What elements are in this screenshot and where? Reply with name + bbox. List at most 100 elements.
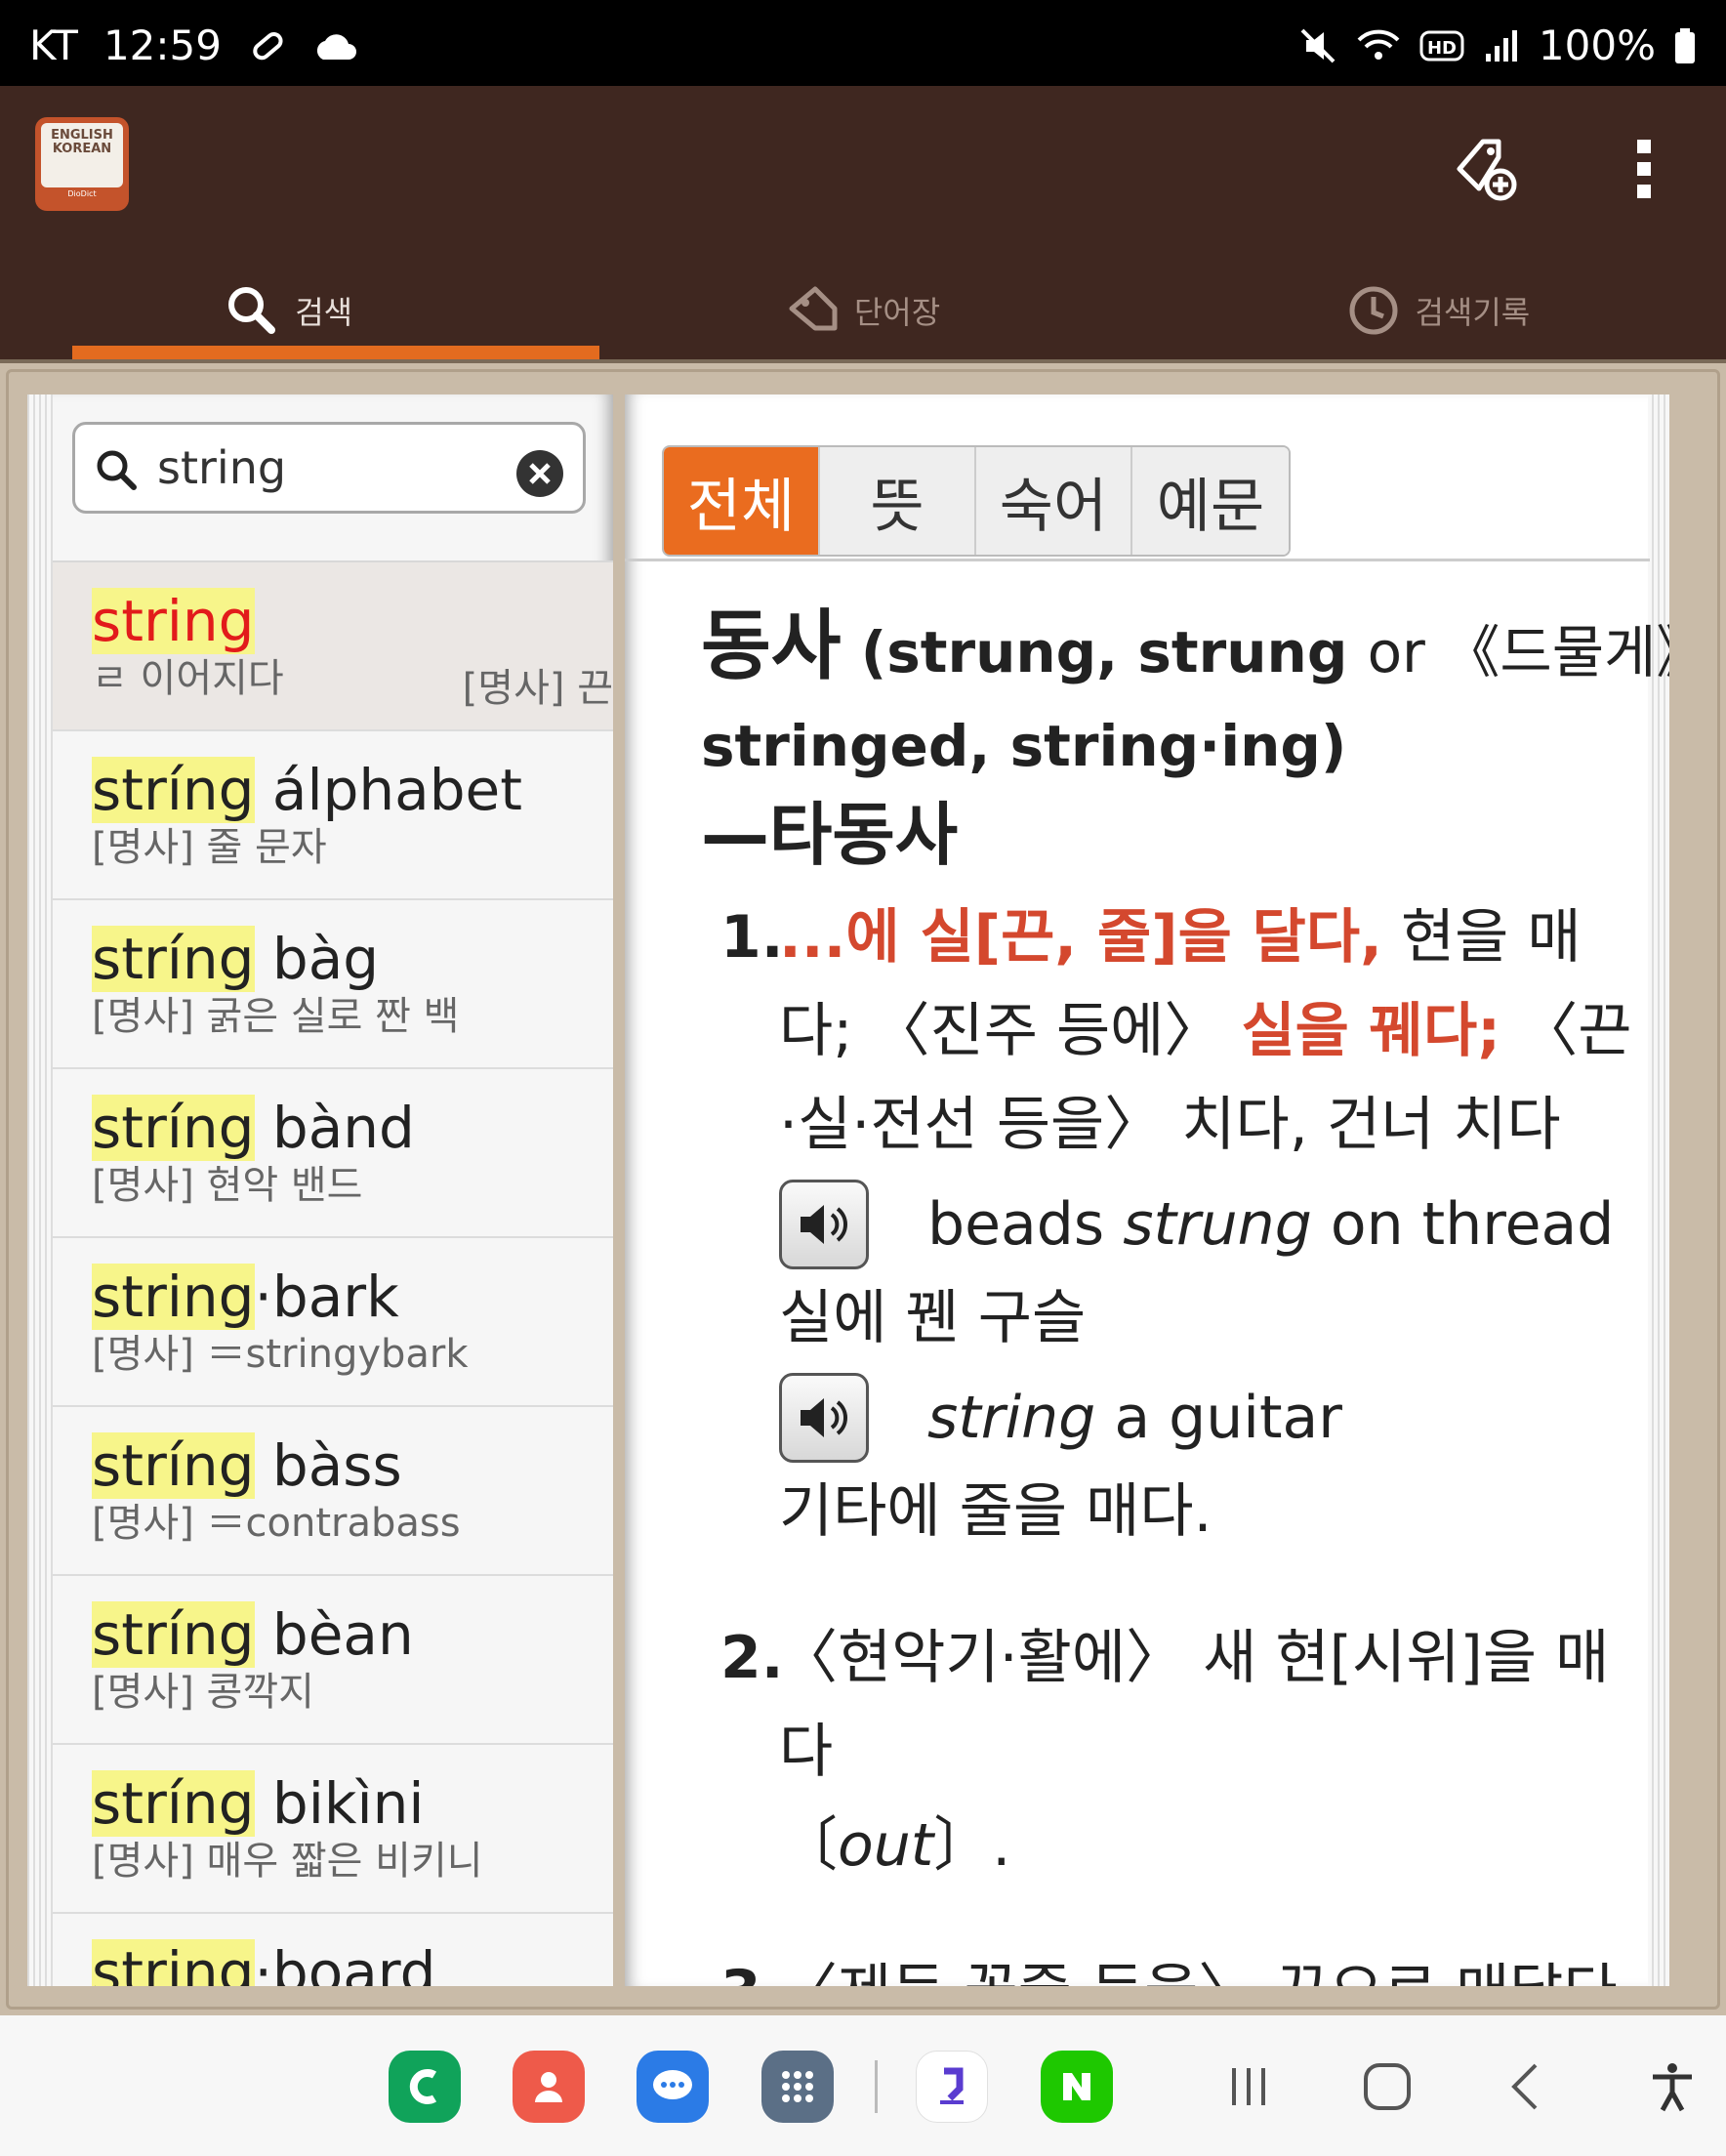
sense-meaning: 실을 꿰다; — [1241, 997, 1501, 1065]
usage-label: 《드물게》 — [1443, 619, 1669, 685]
headword-rest: ·board — [254, 1939, 436, 1986]
tab-history[interactable]: 검색기록 — [1151, 262, 1726, 359]
battery-icon — [1673, 24, 1697, 67]
sense-text: 〈현악기·활에〉 새 현[시위]을 매다 — [779, 1624, 1610, 1786]
headword-rest: bànd — [254, 1095, 415, 1161]
search-input[interactable] — [157, 438, 509, 497]
naver-app-icon[interactable] — [1041, 2051, 1113, 2123]
logo-brand: DioDict — [67, 188, 97, 198]
list-item[interactable]: stríng bànd [명사] 현악 밴드 — [53, 1069, 613, 1238]
tab-meaning[interactable]: 뜻 — [820, 447, 976, 555]
results-list: string ㄹ 이어지다 [명사] 끈 stríng álphabet [명사… — [53, 562, 613, 1986]
example-text: beads — [927, 1190, 1124, 1259]
phone-app-icon[interactable] — [389, 2051, 461, 2123]
clock: 12:59 — [103, 21, 222, 69]
main-tabs: 검색 단어장 검색기록 — [0, 262, 1726, 359]
example-1: beads strung on thread — [779, 1178, 1638, 1271]
accessibility-button[interactable] — [1640, 2054, 1705, 2119]
headword-match: stríng — [92, 1601, 255, 1668]
sense-text: 〕. — [933, 1811, 1011, 1880]
dictionary-app-icon[interactable] — [916, 2051, 988, 2123]
clear-search-button[interactable] — [516, 450, 563, 497]
example-keyword: strung — [1123, 1190, 1312, 1259]
chevron-left-icon — [1511, 2063, 1538, 2110]
gloss: [명사] 현악 밴드 — [92, 1163, 363, 1208]
battery-label: 100% — [1538, 21, 1656, 69]
headword-match: stríng — [92, 1095, 255, 1161]
sense-1: 1. ...에 실[끈, 줄]을 달다, 현을 매다; 〈진주 등에〉 실을 꿰… — [701, 891, 1638, 1558]
sense-text: 〈제등·꽃줄 등을〉 끈으로 매달다 — [779, 1958, 1618, 1986]
gloss-right: [명사] 끈 — [462, 666, 613, 711]
results-page: string ㄹ 이어지다 [명사] 끈 stríng álphabet [명사… — [27, 394, 613, 1986]
gloss: [명사] 줄 문자 — [92, 825, 327, 870]
search-icon — [228, 287, 276, 334]
tag-add-icon — [1457, 139, 1517, 201]
app-bar: ENGLISH KOREAN DioDict 검색 단어장 검색기록 — [0, 86, 1726, 359]
back-button[interactable] — [1494, 2054, 1558, 2119]
recents-icon — [1232, 2068, 1265, 2105]
play-audio-button[interactable] — [779, 1180, 869, 1269]
example-keyword: string — [927, 1384, 1096, 1452]
gloss: [명사] 매우 짧은 비키니 — [92, 1839, 483, 1884]
list-item[interactable]: string·bark [명사] ＝stringybark — [53, 1238, 613, 1407]
verb-forms-line2: stringed, string·ing) — [701, 713, 1347, 779]
list-item[interactable]: stríng bàg [명사] 굵은 실로 짠 백 — [53, 900, 613, 1069]
gloss: [명사] 콩깍지 — [92, 1670, 314, 1715]
contacts-app-icon[interactable] — [513, 2051, 585, 2123]
book-frame: string ㄹ 이어지다 [명사] 끈 stríng álphabet [명사… — [0, 359, 1726, 2015]
tab-idioms[interactable]: 숙어 — [976, 447, 1132, 555]
list-item[interactable]: stríng bàss [명사] ＝contrabass — [53, 1407, 613, 1576]
detail-tabs: 전체 뜻 숙어 예문 — [662, 445, 1291, 557]
headword-match: stríng — [92, 1432, 255, 1499]
list-item[interactable]: string ㄹ 이어지다 [명사] 끈 — [53, 562, 613, 731]
home-button[interactable] — [1355, 2054, 1419, 2119]
sense-text: 〔 — [779, 1811, 838, 1880]
recent-apps-button[interactable] — [1216, 2054, 1281, 2119]
svg-text:HD: HD — [1427, 38, 1457, 59]
list-item[interactable]: stríng álphabet [명사] 줄 문자 — [53, 731, 613, 900]
speaker-icon — [801, 1205, 847, 1244]
example-english: beads strung on thread — [927, 1178, 1614, 1271]
list-item[interactable]: string·board — [53, 1914, 613, 1986]
apps-grid-icon[interactable] — [761, 2051, 834, 2123]
list-item[interactable]: stríng bèan [명사] 콩깍지 — [53, 1576, 613, 1745]
status-bar: KT 12:59 HD 100% — [0, 0, 1726, 86]
carrier-label: KT — [29, 21, 78, 69]
gloss: [명사] ＝contrabass — [92, 1501, 461, 1546]
mute-icon — [1298, 24, 1337, 67]
more-options-button[interactable] — [1601, 125, 1689, 213]
app-logo[interactable]: ENGLISH KOREAN DioDict — [35, 117, 129, 211]
sense-text: 〈진주 등에〉 — [871, 997, 1242, 1065]
part-of-speech: 동사 — [701, 602, 842, 690]
headword-rest: bàg — [254, 926, 380, 992]
tab-wordbook[interactable]: 단어장 — [575, 262, 1150, 359]
verb-forms: (strung, strung — [841, 619, 1368, 685]
pill-icon — [247, 24, 286, 67]
tab-search-label: 검색 — [295, 294, 353, 331]
sense-keyword: out — [838, 1811, 934, 1880]
headword-match: string — [92, 1264, 255, 1330]
divider — [625, 559, 1650, 561]
sense-3: 3. 〈제등·꽃줄 등을〉 끈으로 매달다 — [701, 1945, 1638, 1986]
add-bookmark-button[interactable] — [1443, 125, 1531, 213]
sub-part-of-speech: —타동사 — [701, 795, 959, 875]
close-icon — [529, 463, 551, 484]
tab-examples[interactable]: 예문 — [1132, 447, 1289, 555]
gloss: [명사] ＝stringybark — [92, 1332, 469, 1377]
messages-app-icon[interactable] — [637, 2051, 709, 2123]
logo-text-english: ENGLISH — [51, 128, 113, 143]
search-icon — [97, 450, 137, 490]
example-korean: 기타에 줄을 매다. — [779, 1477, 1212, 1546]
tab-all[interactable]: 전체 — [664, 447, 820, 555]
example-korean: 실에 꿴 구슬 — [779, 1284, 1087, 1352]
divider — [875, 2060, 878, 2113]
active-tab-indicator — [72, 346, 599, 359]
list-item[interactable]: stríng bikìni [명사] 매우 짧은 비키니 — [53, 1745, 613, 1914]
more-vert-icon — [1637, 140, 1651, 198]
tab-search[interactable]: 검색 — [0, 262, 599, 359]
play-audio-button[interactable] — [779, 1373, 869, 1463]
sense-number: 1. — [720, 903, 784, 972]
wifi-icon — [1355, 24, 1402, 67]
signal-icon — [1482, 24, 1521, 67]
search-field[interactable] — [72, 422, 586, 514]
